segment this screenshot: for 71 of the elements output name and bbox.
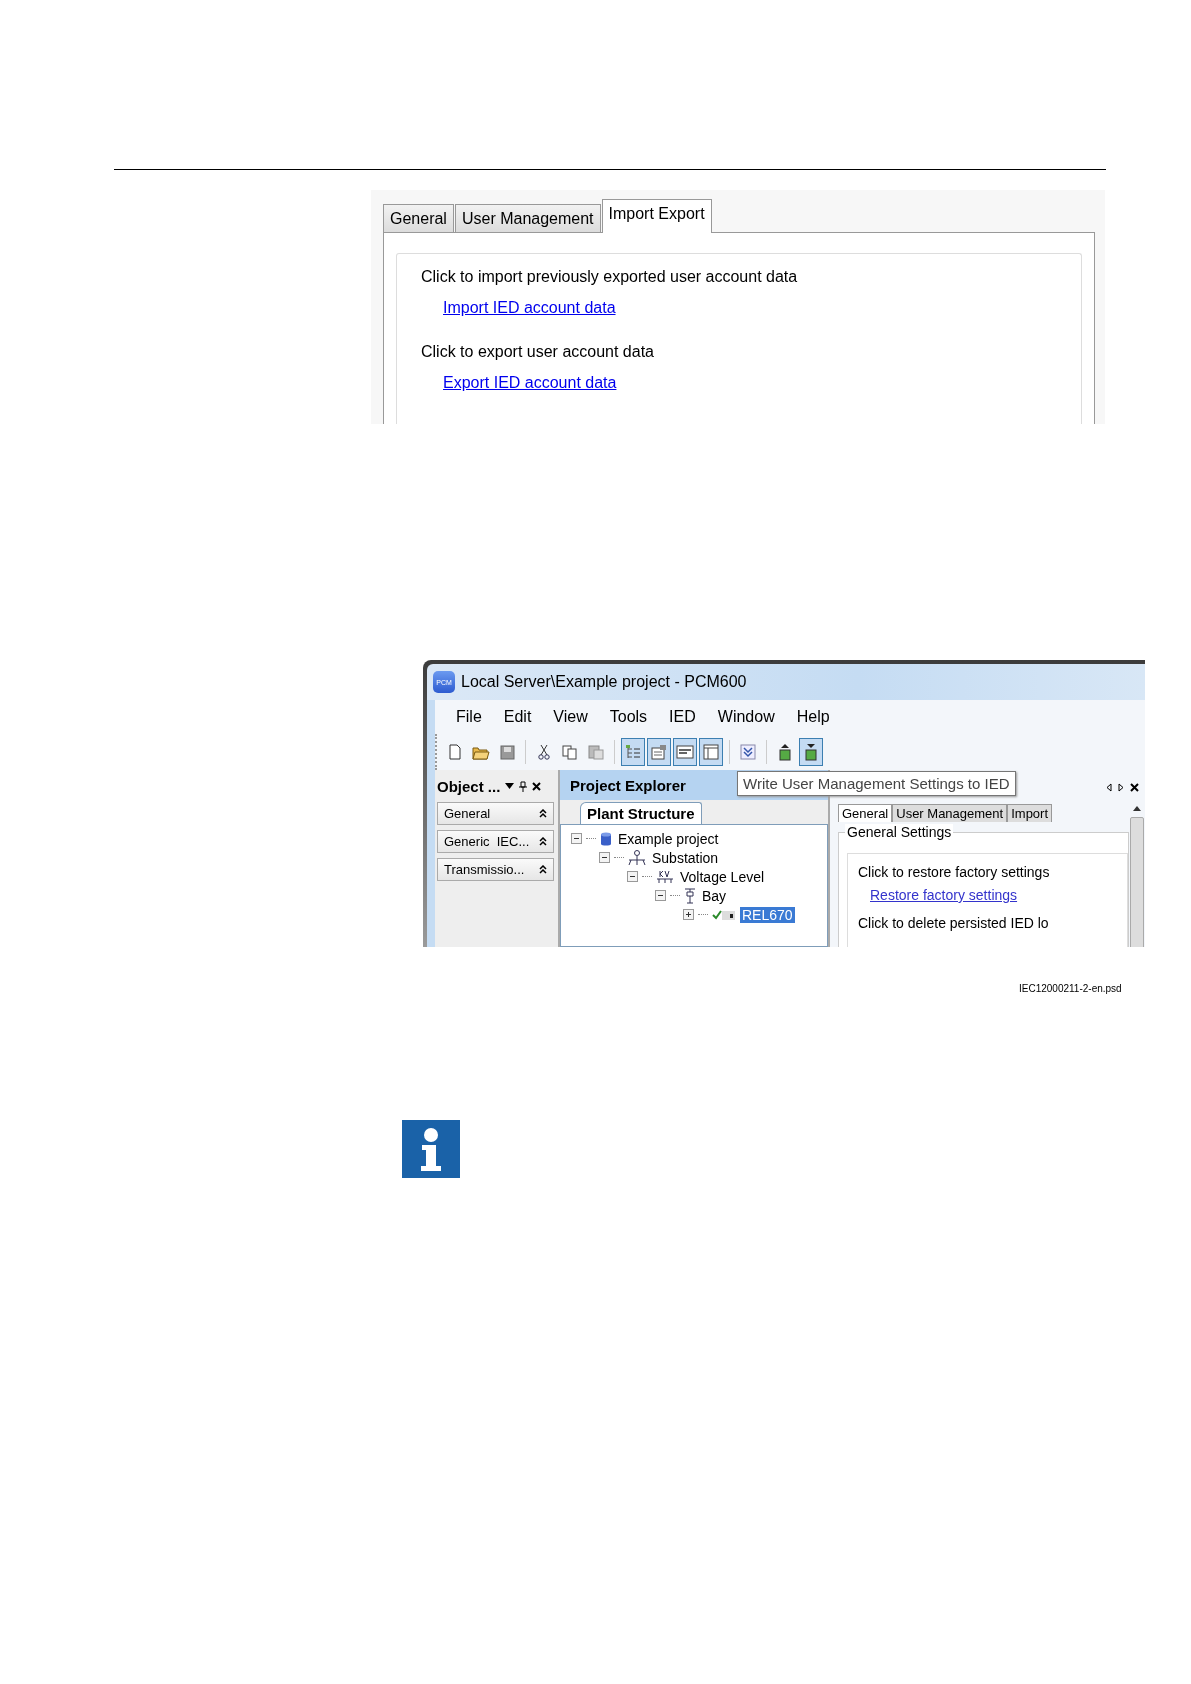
figure-caption: IEC12000211-2-en.psd <box>1019 983 1122 994</box>
tab[interactable]: General <box>383 204 454 232</box>
info-icon <box>402 1120 460 1178</box>
new-document-icon[interactable] <box>448 744 462 760</box>
restore-link[interactable]: Restore factory settings <box>870 887 1127 903</box>
scroll-up-icon[interactable] <box>1133 806 1141 811</box>
menu-item[interactable]: Tools <box>598 708 659 726</box>
panel-title: Object ... <box>437 777 501 795</box>
scissors-icon[interactable] <box>538 744 550 760</box>
tooltip: Write User Management Settings to IED <box>737 771 1016 796</box>
instruction-text: Click to import previously exported user account data <box>421 268 798 286</box>
properties-icon[interactable] <box>651 744 667 760</box>
voltage-level-icon <box>656 869 674 884</box>
form-icon[interactable] <box>676 745 694 759</box>
upload-icon[interactable] <box>779 743 791 761</box>
tab[interactable]: Plant Structure <box>580 802 702 824</box>
tree-item[interactable]: Voltage Level <box>678 868 767 885</box>
tab[interactable]: User Management <box>454 204 601 232</box>
window-icon[interactable] <box>703 744 719 760</box>
dropdown-caret-icon[interactable] <box>505 783 515 789</box>
toolbox-group[interactable]: Transmissio... <box>437 858 554 881</box>
tree-item[interactable]: Substation <box>650 849 721 866</box>
group-title: General Settings <box>845 824 954 840</box>
tree-item[interactable]: Example project <box>616 830 721 847</box>
tab[interactable]: User Management <box>892 804 1008 822</box>
instruction-text: Click to restore factory settings <box>858 864 1051 880</box>
double-caret-up-icon <box>539 865 547 874</box>
menu-item[interactable]: IED <box>658 708 707 726</box>
clipboard-icon[interactable] <box>588 744 604 760</box>
instruction-text: Click to delete persisted IED lo <box>858 915 1050 931</box>
tab[interactable]: General <box>838 804 893 822</box>
toolbox-group[interactable]: Generic IEC... <box>437 830 554 853</box>
close-icon[interactable] <box>532 781 542 791</box>
bay-icon <box>684 887 696 904</box>
menu-item[interactable]: Window <box>706 708 786 726</box>
collapse-icon[interactable] <box>599 852 610 863</box>
instruction-text: Click to export user account data <box>421 343 654 361</box>
collapse-icon[interactable] <box>571 833 582 844</box>
tab[interactable]: Import <box>1007 804 1053 822</box>
copy-icon[interactable] <box>562 744 578 760</box>
panel-title: Project Explorer <box>570 776 686 794</box>
save-icon[interactable] <box>499 744 515 760</box>
menu-item[interactable]: Edit <box>492 708 543 726</box>
collapse-icon[interactable] <box>627 871 638 882</box>
menu-item[interactable]: View <box>542 708 599 726</box>
tab[interactable]: Import Export <box>601 199 712 233</box>
pin-icon[interactable] <box>519 780 528 792</box>
tree-list-icon[interactable] <box>625 744 641 760</box>
collapse-icon[interactable] <box>655 890 666 901</box>
database-icon <box>600 831 612 846</box>
ied-checked-icon <box>712 908 736 921</box>
double-chevron-icon[interactable] <box>740 744 756 760</box>
tree-item[interactable]: REL670 <box>740 906 795 923</box>
double-caret-up-icon <box>539 837 547 846</box>
left-arrow-icon[interactable] <box>1106 782 1112 792</box>
window-title: Local Server\Example project - PCM600 <box>461 673 747 691</box>
menu-item[interactable]: File <box>445 708 493 726</box>
right-arrow-icon[interactable] <box>1118 782 1124 792</box>
account-data-link[interactable]: Export IED account data <box>443 374 617 392</box>
folder-icon[interactable] <box>472 744 490 760</box>
toolbox-group[interactable]: General <box>437 802 554 825</box>
close-icon[interactable] <box>1130 782 1139 792</box>
download-icon[interactable] <box>805 743 817 761</box>
scroll-thumb[interactable] <box>1130 817 1144 947</box>
tree-item[interactable]: Bay <box>700 887 729 904</box>
expand-icon[interactable] <box>683 909 694 920</box>
substation-icon <box>628 849 646 866</box>
double-caret-up-icon <box>539 809 547 818</box>
account-data-link[interactable]: Import IED account data <box>443 299 616 317</box>
scrollbar[interactable] <box>1129 804 1145 947</box>
menu-item[interactable]: Help <box>785 708 841 726</box>
